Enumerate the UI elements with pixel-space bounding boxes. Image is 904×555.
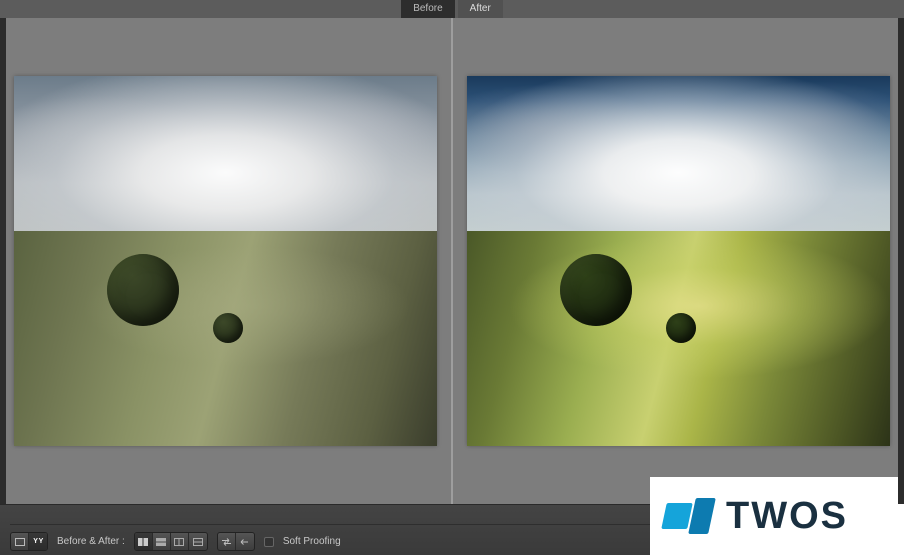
swap-segment <box>217 532 255 551</box>
watermark-text: TWOS <box>726 495 848 538</box>
side-by-side-icon <box>138 538 148 546</box>
layout-segment <box>134 532 208 551</box>
watermark: TWOS <box>650 477 904 555</box>
copy-left-icon <box>239 538 250 546</box>
compare-canvas <box>0 18 904 504</box>
before-after-label: Before & After : <box>57 536 125 547</box>
copy-settings-button[interactable] <box>236 533 254 550</box>
top-bottom-icon <box>156 538 166 546</box>
swap-icon <box>221 538 232 546</box>
tree-large <box>107 254 179 326</box>
compare-yy-icon: Y Y <box>33 538 43 545</box>
split-horizontal-icon <box>193 538 203 546</box>
layout-split-horizontal-button[interactable] <box>189 533 207 550</box>
compare-view-button[interactable]: Y Y <box>29 533 47 550</box>
split-vertical-icon <box>174 538 184 546</box>
loupe-icon <box>15 538 25 546</box>
compare-tabs: Before After <box>0 0 904 18</box>
loupe-view-button[interactable] <box>11 533 29 550</box>
layout-side-by-side-button[interactable] <box>135 533 153 550</box>
layout-top-bottom-button[interactable] <box>153 533 171 550</box>
tab-after[interactable]: After <box>458 0 503 18</box>
view-mode-segment: Y Y <box>10 532 48 551</box>
watermark-glyph-1 <box>661 503 693 529</box>
before-image[interactable] <box>14 76 437 446</box>
tree-large <box>560 254 632 326</box>
soft-proofing-checkbox[interactable] <box>264 537 274 547</box>
tab-before[interactable]: Before <box>401 0 454 18</box>
right-panel-edge[interactable] <box>898 18 904 504</box>
tree-small <box>666 313 696 343</box>
after-image[interactable] <box>467 76 890 446</box>
before-panel <box>0 18 451 504</box>
tree-small <box>213 313 243 343</box>
after-panel <box>453 18 904 504</box>
soft-proofing-label: Soft Proofing <box>283 536 341 547</box>
swap-before-after-button[interactable] <box>218 533 236 550</box>
layout-split-vertical-button[interactable] <box>171 533 189 550</box>
left-panel-edge[interactable] <box>0 18 6 504</box>
